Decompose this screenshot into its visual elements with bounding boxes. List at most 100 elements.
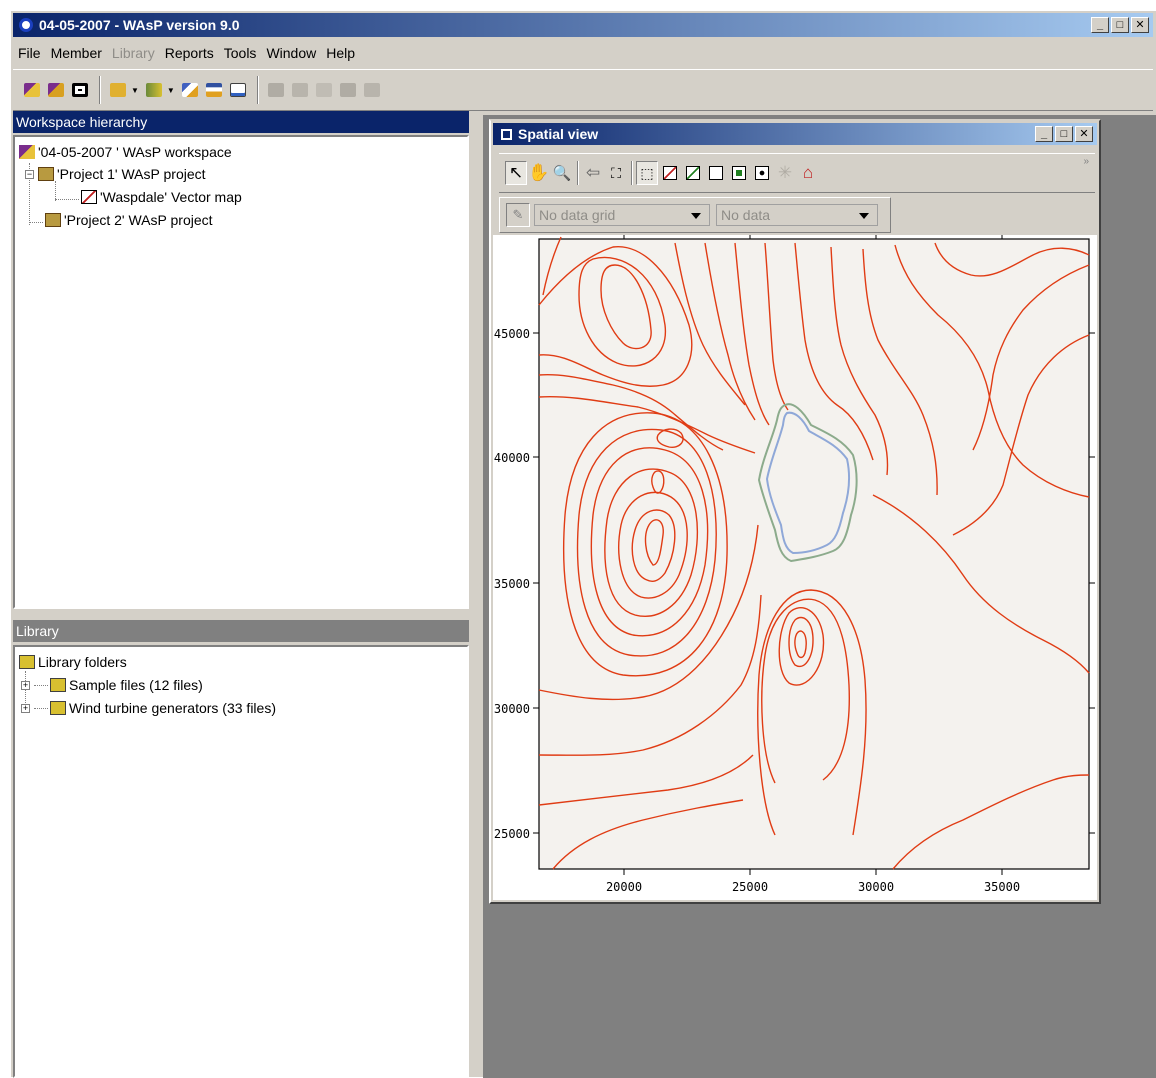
- disabled-tool-button: [289, 79, 311, 101]
- menu-library: Library: [111, 45, 155, 61]
- pan-tool-button[interactable]: ✋: [528, 161, 550, 185]
- grid-layer-button[interactable]: [728, 161, 750, 185]
- data-grid-combo: No data grid: [534, 204, 710, 226]
- minimize-button[interactable]: _: [1091, 17, 1109, 33]
- grid-icon: [732, 166, 746, 180]
- toolbar-separator: [256, 76, 259, 104]
- combo-text: No data: [721, 207, 771, 223]
- maximize-button[interactable]: □: [1111, 17, 1129, 33]
- map-frame: [538, 238, 1090, 870]
- tree-item-sample-files[interactable]: + Sample files (12 files): [21, 677, 203, 693]
- turbine-layer-button[interactable]: ✳: [774, 161, 796, 185]
- project-folder-icon: [45, 213, 61, 227]
- tree-item-label: 'Waspdale' Vector map: [100, 189, 242, 205]
- new-workspace-button[interactable]: [21, 79, 43, 101]
- open-project-button[interactable]: [107, 79, 129, 101]
- spatial-view-title: Spatial view: [518, 126, 599, 142]
- workspace-tree: '04-05-2007 ' WAsP workspace − 'Project …: [13, 135, 469, 609]
- tree-item-label: 'Project 2' WAsP project: [64, 212, 213, 228]
- vector-map-layer-button[interactable]: [659, 161, 681, 185]
- grid-layer-icon[interactable]: ✎: [506, 203, 530, 227]
- tree-button[interactable]: [203, 79, 225, 101]
- tree-item-label: Sample files (12 files): [69, 677, 203, 693]
- close-button[interactable]: ✕: [1131, 17, 1149, 33]
- open-folder-icon: [110, 83, 126, 97]
- select-tool-button[interactable]: ↖: [505, 161, 527, 185]
- dropdown-arrow-icon[interactable]: ▼: [131, 86, 139, 95]
- menu-window[interactable]: Window: [261, 45, 321, 61]
- library-tree: Library folders + Sample files (12 files…: [13, 645, 469, 1078]
- contour-map[interactable]: 45000 40000 35000 30000 25000 20000 2500…: [493, 235, 1097, 900]
- tree-item-vector-map[interactable]: 'Waspdale' Vector map: [81, 189, 242, 205]
- disabled-tool-button: [313, 79, 335, 101]
- map-plot-area[interactable]: 45000 40000 35000 30000 25000 20000 2500…: [493, 235, 1097, 900]
- menu-reports[interactable]: Reports: [160, 45, 219, 61]
- tree-icon: [205, 83, 222, 97]
- tree-item-label: 'Project 1' WAsP project: [57, 166, 206, 182]
- roughness-layer-button[interactable]: [682, 161, 704, 185]
- tree-connector: [29, 222, 43, 223]
- menu-member[interactable]: Member: [46, 45, 107, 61]
- roughness-icon: [686, 166, 700, 180]
- back-button[interactable]: ⇦: [582, 161, 604, 185]
- main-toolbar: ▼ ▼: [13, 69, 1153, 111]
- expand-icon[interactable]: +: [21, 703, 30, 713]
- tree-connector: [34, 707, 48, 709]
- open-workspace-button[interactable]: [45, 79, 67, 101]
- toolbar-separator: [631, 161, 633, 185]
- dropdown-arrow-icon[interactable]: ▼: [167, 86, 175, 95]
- menu-help[interactable]: Help: [321, 45, 360, 61]
- wasp-application: 04-05-2007 - WAsP version 9.0 _ □ ✕ File…: [10, 10, 1156, 1078]
- folder-icon: [50, 678, 66, 692]
- map-frame-button[interactable]: ⬚: [636, 161, 658, 185]
- vector-map-icon: [81, 190, 97, 204]
- minimize-button[interactable]: _: [1035, 126, 1053, 142]
- combo-text: No data grid: [539, 207, 616, 223]
- expand-icon[interactable]: +: [21, 680, 30, 690]
- folder-icon: [50, 701, 66, 715]
- x-tick-label: 25000: [732, 880, 768, 894]
- disabled-tool-button: [361, 79, 383, 101]
- magnifier-icon: 🔍: [552, 165, 572, 182]
- tree-connector: [55, 199, 79, 200]
- tree-item-workspace[interactable]: '04-05-2007 ' WAsP workspace: [19, 144, 232, 160]
- tool-icon: [315, 83, 332, 97]
- grid-selection-toolbar: ✎ No data grid No data: [499, 197, 891, 233]
- tree-connector: [55, 181, 56, 201]
- close-button[interactable]: ✕: [1075, 126, 1093, 142]
- x-tick-label: 20000: [606, 880, 642, 894]
- report-button[interactable]: [227, 79, 249, 101]
- zoom-extent-button[interactable]: ⛶: [605, 161, 627, 185]
- spatial-view-title-bar: Spatial view _ □ ✕: [493, 123, 1097, 145]
- tree-connector: [34, 684, 48, 686]
- turbine-icon: ✳: [777, 163, 793, 182]
- obstacle-layer-button[interactable]: [705, 161, 727, 185]
- menu-bar: File Member Library Reports Tools Window…: [13, 41, 360, 65]
- tree-item-project-2[interactable]: 'Project 2' WAsP project: [45, 212, 213, 228]
- toolbar-separator: [99, 76, 101, 104]
- project-folder-icon: [38, 167, 54, 181]
- spatial-view-window: Spatial view _ □ ✕ ↖ ✋ 🔍 ⇦ ⛶ ⬚ ✳ ⌂ » ✎ N…: [489, 119, 1101, 904]
- save-button[interactable]: [69, 79, 91, 101]
- insert-member-button[interactable]: [143, 79, 165, 101]
- menu-file[interactable]: File: [13, 45, 46, 61]
- menu-tools[interactable]: Tools: [219, 45, 262, 61]
- tree-item-project-1[interactable]: − 'Project 1' WAsP project: [25, 166, 206, 182]
- tree-item-wind-turbines[interactable]: + Wind turbine generators (33 files): [21, 700, 276, 716]
- zoom-extent-icon: ⛶: [611, 164, 621, 181]
- house-layer-button[interactable]: ⌂: [797, 161, 819, 185]
- x-tick-label: 35000: [984, 880, 1020, 894]
- frame-icon: ⬚: [640, 164, 654, 181]
- link-button[interactable]: [179, 79, 201, 101]
- vector-map-icon: [663, 166, 677, 180]
- tree-item-library-folders[interactable]: Library folders: [19, 654, 127, 670]
- zoom-tool-button[interactable]: 🔍: [551, 161, 573, 185]
- maximize-button[interactable]: □: [1055, 126, 1073, 142]
- dropdown-arrow-icon: [691, 213, 701, 219]
- window-icon: [501, 128, 512, 140]
- site-layer-button[interactable]: [751, 161, 773, 185]
- collapse-icon[interactable]: −: [25, 169, 34, 179]
- toolbar-overflow-icon[interactable]: »: [1083, 156, 1089, 167]
- open-workspace-icon: [48, 83, 64, 97]
- disabled-tool-button: [337, 79, 359, 101]
